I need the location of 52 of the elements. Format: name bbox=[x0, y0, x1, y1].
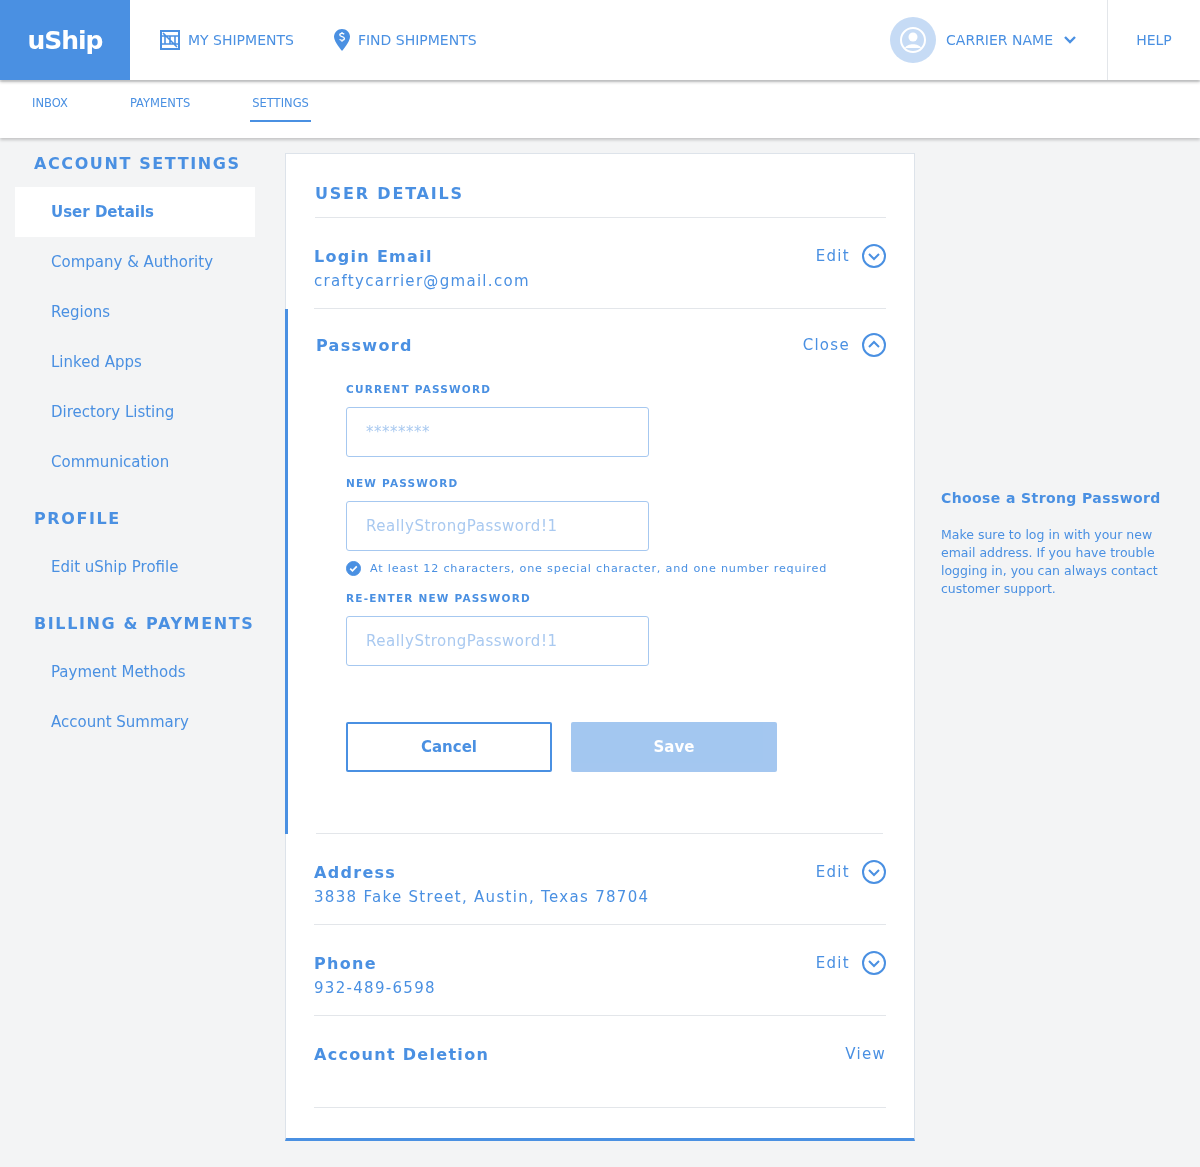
edit-link[interactable]: Edit bbox=[815, 954, 850, 972]
tip-title: Choose a Strong Password bbox=[941, 490, 1161, 506]
chevron-down-icon[interactable] bbox=[862, 951, 886, 975]
section-value: 932-489-6598 bbox=[314, 979, 437, 997]
sidebar-item[interactable]: Regions bbox=[15, 287, 255, 337]
password-field[interactable]: ******** bbox=[346, 407, 649, 457]
field-label: RE-ENTER NEW PASSWORD bbox=[346, 592, 532, 604]
help-link[interactable]: HELP bbox=[1136, 32, 1172, 48]
field-label: NEW PASSWORD bbox=[346, 477, 460, 489]
password-hint: At least 12 characters, one special character, and one number required bbox=[370, 562, 828, 575]
chevron-down-icon[interactable] bbox=[862, 860, 886, 884]
nav-link[interactable]: FIND SHIPMENTS bbox=[333, 0, 477, 80]
sidebar-item[interactable]: Directory Listing bbox=[15, 387, 255, 437]
cancel-button[interactable]: Cancel bbox=[346, 722, 552, 772]
sidebar-item[interactable]: Company & Authority bbox=[15, 237, 255, 287]
tip-text: Make sure to log in with your new email address. If you have trouble logging in, you can always contact customer support. bbox=[941, 526, 1159, 598]
password-field[interactable]: ReallyStrongPassword!1 bbox=[346, 501, 649, 551]
card-title: USER DETAILS bbox=[315, 154, 886, 218]
edit-link[interactable]: Edit bbox=[815, 863, 850, 881]
user-menu[interactable]: CARRIER NAME bbox=[946, 32, 1053, 48]
section-label: Address bbox=[314, 862, 397, 882]
logo[interactable]: uShip bbox=[0, 0, 130, 80]
sidebar-item[interactable]: Linked Apps bbox=[15, 337, 255, 387]
map-pin-icon bbox=[333, 29, 350, 51]
field-label: CURRENT PASSWORD bbox=[346, 383, 493, 395]
sidebar-item[interactable]: Account Summary bbox=[15, 697, 255, 747]
chevron-down-icon[interactable] bbox=[1063, 35, 1077, 45]
edit-link[interactable]: Edit bbox=[815, 247, 850, 265]
section-value: craftycarrier@gmail.com bbox=[314, 272, 531, 290]
section-label: Login Email bbox=[314, 246, 433, 266]
section-label: Account Deletion bbox=[314, 1044, 490, 1064]
chevron-down-icon[interactable] bbox=[862, 244, 886, 268]
sidebar-item[interactable]: Edit uShip Profile bbox=[15, 542, 255, 592]
section-heading: PROFILE bbox=[34, 509, 122, 528]
chevron-up-icon[interactable] bbox=[862, 333, 886, 357]
tab[interactable]: INBOX bbox=[30, 82, 70, 122]
section-heading: BILLING & PAYMENTS bbox=[34, 614, 256, 633]
sidebar-item[interactable]: User Details bbox=[15, 187, 255, 237]
crate-icon bbox=[160, 30, 180, 50]
user-silhouette-icon bbox=[900, 27, 927, 53]
section-label: Password bbox=[316, 335, 413, 355]
tab[interactable]: SETTINGS bbox=[250, 82, 311, 122]
section-heading: ACCOUNT SETTINGS bbox=[34, 154, 242, 173]
section-value: 3838 Fake Street, Austin, Texas 78704 bbox=[314, 888, 651, 906]
sidebar-item[interactable]: Payment Methods bbox=[15, 647, 255, 697]
password-field[interactable]: ReallyStrongPassword!1 bbox=[346, 616, 649, 666]
section-label: Phone bbox=[314, 953, 377, 973]
view-link[interactable]: View bbox=[845, 1045, 886, 1063]
sidebar-item[interactable]: Communication bbox=[15, 437, 255, 487]
tab[interactable]: PAYMENTS bbox=[127, 82, 193, 122]
nav-link[interactable]: MY SHIPMENTS bbox=[160, 0, 294, 80]
close-link[interactable]: Close bbox=[802, 336, 850, 354]
